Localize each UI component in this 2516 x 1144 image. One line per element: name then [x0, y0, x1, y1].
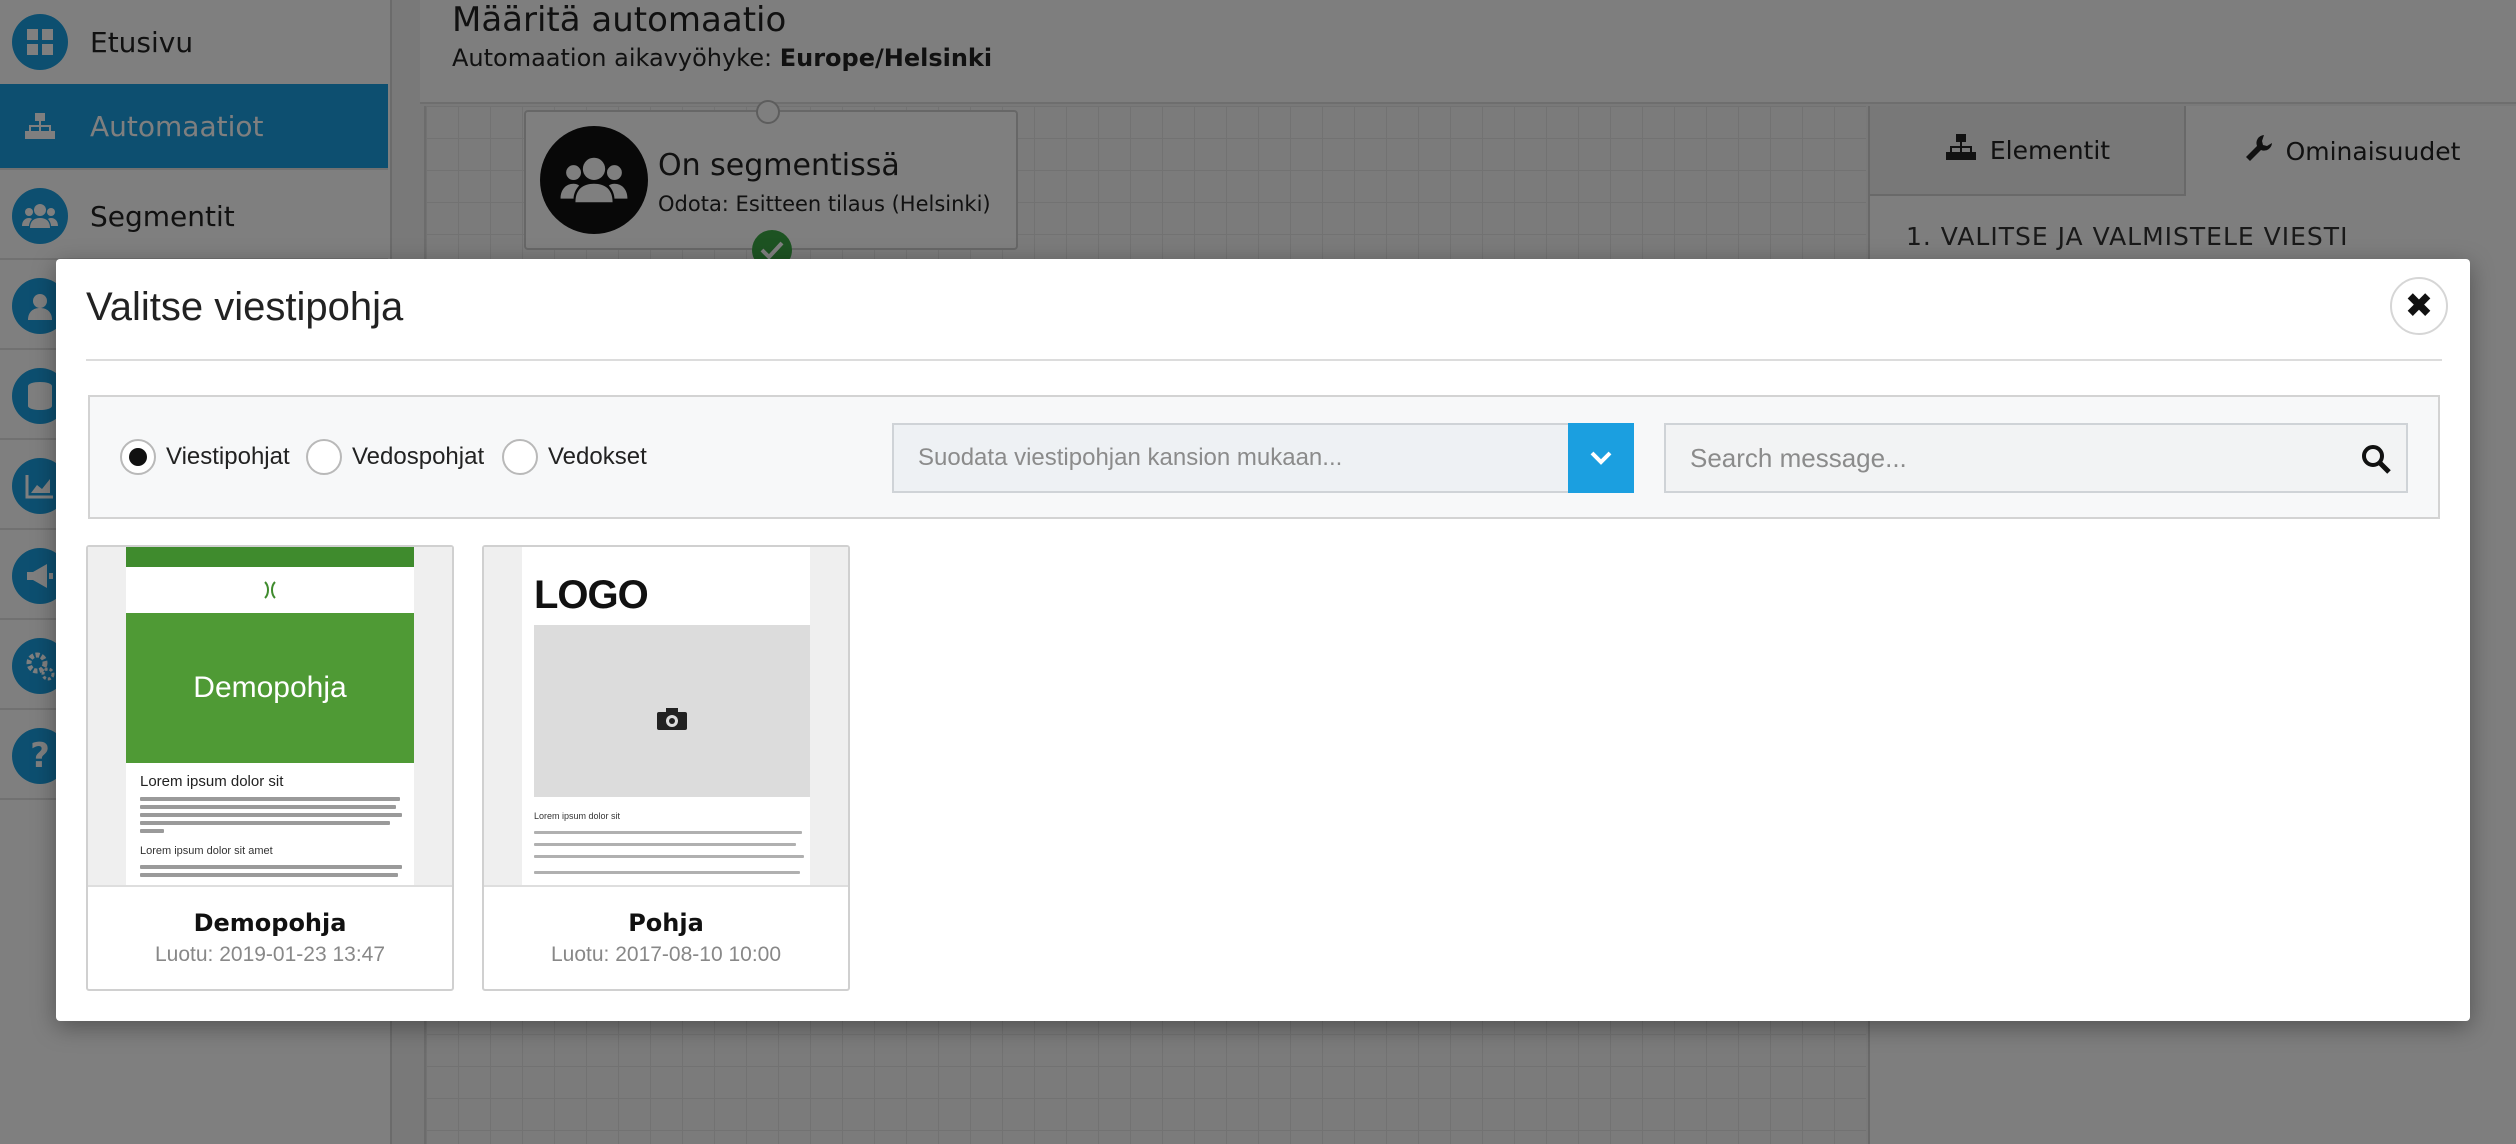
preview-text-line	[140, 813, 402, 817]
template-thumbnail: Demopohja Lorem ipsum dolor sit Lorem ip…	[88, 547, 452, 887]
preview-text-line	[534, 855, 804, 858]
filter-bar: Viestipohjat Vedospohjat Vedokset Suodat…	[88, 395, 2440, 519]
radio-label: Vedospohjat	[352, 443, 485, 470]
search-icon[interactable]	[2360, 443, 2392, 475]
radio-vedospohjat[interactable]: Vedospohjat	[306, 439, 484, 475]
radio-checked-dot	[129, 448, 147, 466]
dropdown-button[interactable]	[1568, 423, 1634, 493]
preview-text-line	[140, 873, 398, 877]
preview-image-placeholder	[534, 625, 810, 797]
preview-text-line	[534, 871, 800, 874]
radio-viestipohjat[interactable]: Viestipohjat	[120, 439, 290, 475]
template-picker-modal: Valitse viestipohja ✖ Viestipohjat Vedos…	[56, 259, 2470, 1021]
template-preview: LOGO Lorem ipsum dolor sit	[522, 547, 810, 885]
template-thumbnail: LOGO Lorem ipsum dolor sit	[484, 547, 848, 887]
divider	[86, 359, 2442, 361]
radio-circle[interactable]	[502, 439, 538, 475]
camera-icon	[657, 708, 687, 730]
template-created: Luotu: 2019-01-23 13:47	[154, 943, 386, 966]
template-name: Demopohja	[193, 909, 347, 937]
leaf-icon	[126, 567, 414, 613]
radio-vedokset[interactable]: Vedokset	[502, 439, 647, 475]
preview-logo: LOGO	[534, 573, 649, 617]
preview-text-line	[534, 831, 802, 834]
template-name: Pohja	[628, 909, 704, 937]
preview-text-line	[534, 843, 796, 846]
preview-text-line	[140, 797, 400, 801]
preview-subheading: Lorem ipsum dolor sit amet	[140, 845, 273, 857]
radio-circle[interactable]	[120, 439, 156, 475]
template-card-demopohja[interactable]: Demopohja Lorem ipsum dolor sit Lorem ip…	[86, 545, 454, 991]
folder-filter-select[interactable]: Suodata viestipohjan kansion mukaan...	[892, 423, 1634, 493]
search-box	[1664, 423, 2408, 493]
preview-text-line	[140, 865, 402, 869]
modal-title: Valitse viestipohja	[86, 285, 404, 329]
template-created: Luotu: 2017-08-10 10:00	[550, 943, 782, 966]
preview-hero: Demopohja	[126, 613, 414, 763]
preview-topbar	[126, 547, 414, 567]
preview-text-line	[140, 821, 390, 825]
template-preview: Demopohja Lorem ipsum dolor sit Lorem ip…	[126, 547, 414, 885]
preview-heading: Lorem ipsum dolor sit	[534, 811, 621, 821]
preview-text-line	[140, 829, 164, 833]
preview-heading: Lorem ipsum dolor sit	[140, 773, 284, 790]
preview-text-line	[140, 805, 396, 809]
chevron-down-icon	[1590, 451, 1612, 465]
radio-circle[interactable]	[306, 439, 342, 475]
search-input[interactable]	[1666, 425, 2346, 491]
folder-filter-placeholder: Suodata viestipohjan kansion mukaan...	[918, 444, 1343, 471]
template-card-pohja[interactable]: LOGO Lorem ipsum dolor sit Pohja Luotu: …	[482, 545, 850, 991]
close-button[interactable]: ✖	[2390, 277, 2448, 335]
radio-label: Viestipohjat	[166, 443, 290, 470]
radio-label: Vedokset	[548, 443, 647, 470]
close-icon: ✖	[2404, 286, 2434, 326]
